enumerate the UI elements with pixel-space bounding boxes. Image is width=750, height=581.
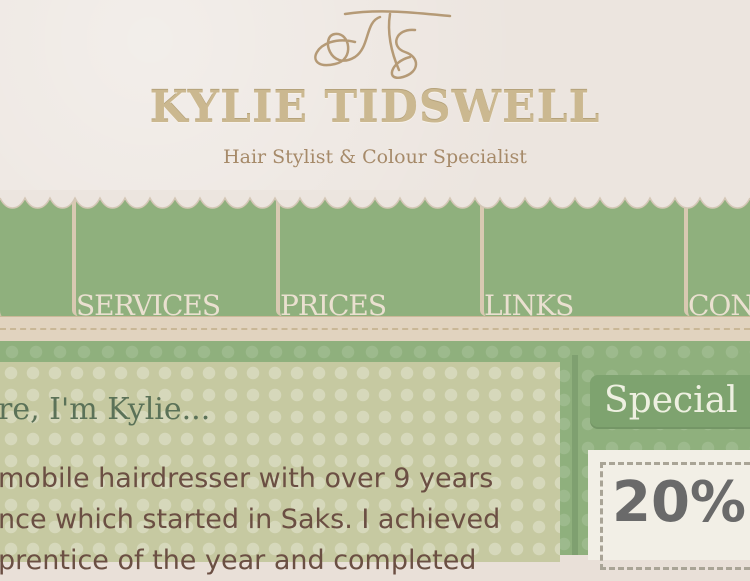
main-intro-text: mobile hairdresser with over 9 years nce…	[0, 458, 558, 581]
nav-item-links[interactable]: LINKS	[480, 200, 686, 322]
special-offers-title: Special O	[604, 380, 750, 421]
special-offers-tab: Special O	[590, 375, 750, 429]
main-heading: re, I'm Kylie...	[0, 392, 211, 427]
signature-monogram-icon[interactable]	[295, 2, 460, 87]
sidebar-divider	[572, 355, 578, 555]
intro-line: mobile hairdresser with over 9 years	[0, 463, 494, 494]
nav-item-contact[interactable]: CON	[684, 200, 750, 322]
intro-line: nce which started in Saks. I achieved	[0, 504, 501, 535]
site-header: KYLIE TIDSWELL Hair Stylist & Colour Spe…	[0, 0, 750, 200]
scalloped-divider	[0, 190, 750, 209]
nav-item-prices[interactable]: PRICES	[276, 200, 482, 322]
coupon-value: 20%	[612, 470, 747, 535]
site-title[interactable]: KYLIE TIDSWELL	[0, 82, 750, 133]
nav-item-home[interactable]	[0, 200, 74, 316]
nav-rail	[0, 316, 750, 341]
stitch-divider	[0, 328, 750, 330]
nav-item-services[interactable]: SERVICES	[72, 200, 278, 322]
discount-coupon[interactable]: 20%	[588, 450, 750, 570]
intro-line: prentice of the year and completed	[0, 545, 477, 576]
site-tagline: Hair Stylist & Colour Specialist	[223, 146, 527, 168]
